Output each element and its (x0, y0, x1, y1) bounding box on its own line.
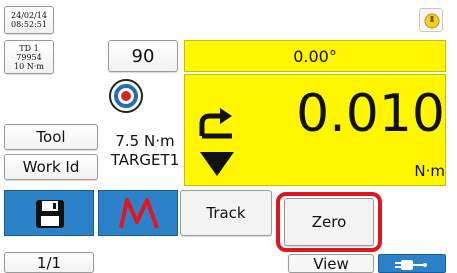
count-value: 90 (131, 45, 155, 67)
direction-icon (194, 104, 240, 182)
work-id-button-label: Work Id (22, 158, 80, 176)
tool-info-line3: 10 N·m (14, 61, 44, 71)
power-plug-icon (395, 260, 427, 270)
angle-value: 0.00° (293, 46, 337, 66)
page-indicator: 1/1 (4, 252, 94, 273)
time-text: 08:52:51 (11, 20, 47, 29)
zero-highlight-frame (276, 192, 382, 252)
torque-value: 0.010 (296, 84, 445, 144)
power-button[interactable] (378, 254, 446, 273)
date-text: 24/02/14 (11, 11, 47, 20)
page-indicator-text: 1/1 (36, 253, 62, 272)
status-icon-graphic (424, 13, 440, 29)
count-button[interactable]: 90 (108, 40, 178, 72)
target-torque: 7.5 N·m (115, 132, 175, 150)
tool-button[interactable]: Tool (4, 124, 98, 150)
torque-unit: N·m (414, 162, 445, 180)
curve-icon (119, 198, 159, 229)
track-button-label: Track (206, 204, 246, 222)
datetime-display: 24/02/14 08:52:51 (4, 6, 54, 34)
view-button-label: View (313, 254, 349, 273)
work-id-button[interactable]: Work Id (4, 154, 98, 180)
track-button[interactable]: Track (180, 190, 272, 236)
target-name: TARGET1 (110, 151, 180, 169)
save-button[interactable] (4, 190, 94, 236)
tool-button-label: Tool (36, 128, 66, 146)
save-icon (36, 200, 64, 228)
angle-display: 0.00° (184, 40, 446, 72)
tool-info-line2: 79954 (16, 52, 42, 62)
target-icon (108, 78, 144, 114)
tool-info-line1: TD 1 (19, 43, 39, 53)
view-button[interactable]: View (288, 254, 374, 273)
curve-button[interactable] (98, 190, 178, 236)
tool-info: TD 1 79954 10 N·m (4, 40, 54, 74)
status-icon[interactable] (419, 8, 443, 32)
